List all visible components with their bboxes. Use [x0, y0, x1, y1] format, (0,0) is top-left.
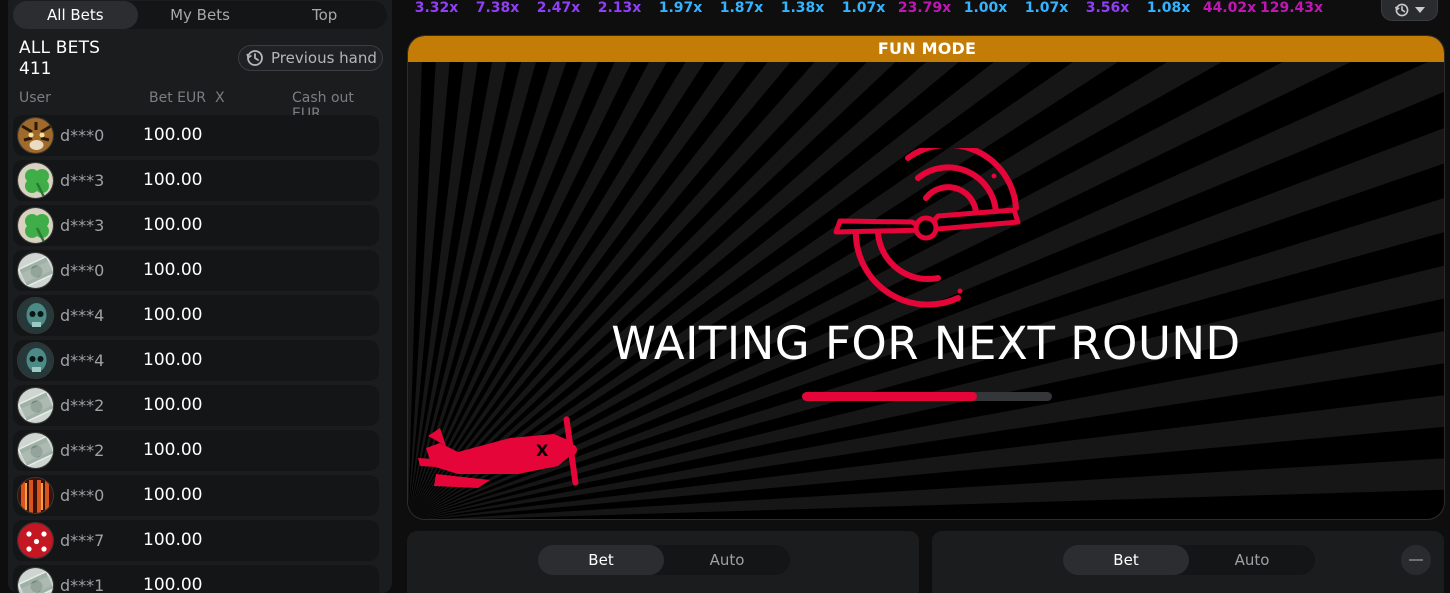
col-bet: Bet EUR — [149, 90, 206, 106]
svg-text:X: X — [536, 441, 549, 460]
multiplier-history: 3.32x 7.38x 2.47x 2.13x 1.97x 1.87x 1.38x 1.07x… — [406, 0, 1376, 18]
bet-amount: 100.00 — [143, 170, 203, 190]
remove-bet-panel-button[interactable] — [1401, 545, 1431, 575]
col-user: User — [19, 90, 51, 106]
multiplier-chip: 1.08x — [1146, 0, 1191, 16]
multiplier-chip: 1.07x — [1024, 0, 1069, 16]
bet-row: d***0 100.00 — [13, 115, 379, 156]
propeller-icon — [833, 148, 1021, 308]
tab-all-bets[interactable]: All Bets — [13, 1, 138, 29]
history-toggle-button[interactable] — [1381, 0, 1438, 21]
tab-top[interactable]: Top — [262, 1, 387, 29]
bets-panel: All Bets My Bets Top ALL BETS 411 Previo… — [8, 0, 392, 593]
history-icon — [1394, 3, 1408, 17]
multiplier-chip: 2.47x — [536, 0, 581, 16]
multiplier-chip: 7.38x — [475, 0, 520, 16]
bet-username: d***4 — [60, 351, 105, 370]
tab-bet-2[interactable]: Bet — [1063, 545, 1189, 575]
bet-username: d***3 — [60, 216, 105, 235]
col-x: X — [215, 90, 225, 106]
bet-username: d***0 — [60, 486, 105, 505]
bet-row: d***0 100.00 — [13, 250, 379, 291]
bet-row: d***2 100.00 — [13, 385, 379, 426]
bet-amount: 100.00 — [143, 215, 203, 235]
avatar — [17, 567, 54, 593]
avatar — [17, 252, 54, 289]
waiting-status: WAITING FOR NEXT ROUND — [611, 317, 1241, 370]
bet-mode-switch-1: Bet Auto — [538, 545, 790, 575]
multiplier-chip: 1.87x — [719, 0, 764, 16]
bet-amount: 100.00 — [143, 125, 203, 145]
bet-row: d***7 100.00 — [13, 520, 379, 561]
chevron-down-icon — [1414, 7, 1425, 13]
plane-icon: X — [418, 416, 579, 488]
multiplier-chip: 3.56x — [1085, 0, 1130, 16]
tab-my-bets[interactable]: My Bets — [138, 1, 263, 29]
bet-username: d***2 — [60, 441, 105, 460]
bet-amount: 100.00 — [143, 260, 203, 280]
minus-icon — [1409, 559, 1423, 561]
multiplier-chip: 44.02x — [1202, 0, 1257, 16]
avatar — [17, 342, 54, 379]
avatar — [17, 477, 54, 514]
bet-amount: 100.00 — [143, 485, 203, 505]
bets-tabs: All Bets My Bets Top — [13, 1, 387, 29]
multiplier-chip: 2.13x — [597, 0, 642, 16]
round-progress-fill — [802, 392, 977, 401]
avatar — [17, 297, 54, 334]
avatar — [17, 432, 54, 469]
bets-list: d***0 100.00 d***3 100.00 d***3 100.00 d***0 10… — [13, 115, 380, 593]
bet-amount: 100.00 — [143, 350, 203, 370]
multiplier-chip: 1.97x — [658, 0, 703, 16]
avatar — [17, 162, 54, 199]
bet-mode-switch-2: Bet Auto — [1063, 545, 1315, 575]
bet-username: d***4 — [60, 306, 105, 325]
multiplier-chip: 129.43x — [1260, 0, 1324, 16]
bet-username: d***3 — [60, 171, 105, 190]
round-progress-bar — [802, 392, 1052, 401]
app-root: All Bets My Bets Top ALL BETS 411 Previo… — [0, 0, 1450, 593]
bet-amount: 100.00 — [143, 575, 203, 593]
bet-username: d***7 — [60, 531, 105, 550]
multiplier-chip: 3.32x — [414, 0, 459, 16]
bet-amount: 100.00 — [143, 305, 203, 325]
multiplier-chip: 1.38x — [780, 0, 825, 16]
bet-panel-2: Bet Auto — [932, 531, 1444, 593]
bet-username: d***1 — [60, 576, 105, 593]
bet-row: d***1 100.00 — [13, 565, 379, 593]
bet-row: d***3 100.00 — [13, 205, 379, 246]
bet-username: d***0 — [60, 126, 105, 145]
bet-panel-1: Bet Auto — [407, 531, 919, 593]
multiplier-chip: 23.79x — [897, 0, 952, 16]
bets-column-headers: User Bet EUR X Cash out EUR — [19, 90, 384, 122]
bet-amount: 100.00 — [143, 530, 203, 550]
fun-mode-banner: FUN MODE — [408, 36, 1444, 62]
multiplier-chip: 1.07x — [841, 0, 886, 16]
tab-bet-1[interactable]: Bet — [538, 545, 664, 575]
game-canvas: FUN MODE WAITING FOR NEXT ROUND X — [407, 35, 1445, 520]
all-bets-count: 411 — [19, 59, 52, 79]
avatar — [17, 117, 54, 154]
bet-row: d***4 100.00 — [13, 295, 379, 336]
all-bets-title: ALL BETS — [19, 38, 101, 58]
avatar — [17, 207, 54, 244]
bet-amount: 100.00 — [143, 395, 203, 415]
avatar — [17, 522, 54, 559]
bet-username: d***2 — [60, 396, 105, 415]
previous-hand-label: Previous hand — [271, 49, 377, 67]
tab-auto-2[interactable]: Auto — [1189, 545, 1315, 575]
avatar — [17, 387, 54, 424]
bet-row: d***2 100.00 — [13, 430, 379, 471]
bet-row: d***3 100.00 — [13, 160, 379, 201]
bet-row: d***0 100.00 — [13, 475, 379, 516]
multiplier-chip: 1.00x — [963, 0, 1008, 16]
bet-username: d***0 — [60, 261, 105, 280]
bet-amount: 100.00 — [143, 440, 203, 460]
previous-hand-button[interactable]: Previous hand — [238, 45, 383, 71]
history-icon — [246, 50, 263, 66]
tab-auto-1[interactable]: Auto — [664, 545, 790, 575]
bet-row: d***4 100.00 — [13, 340, 379, 381]
